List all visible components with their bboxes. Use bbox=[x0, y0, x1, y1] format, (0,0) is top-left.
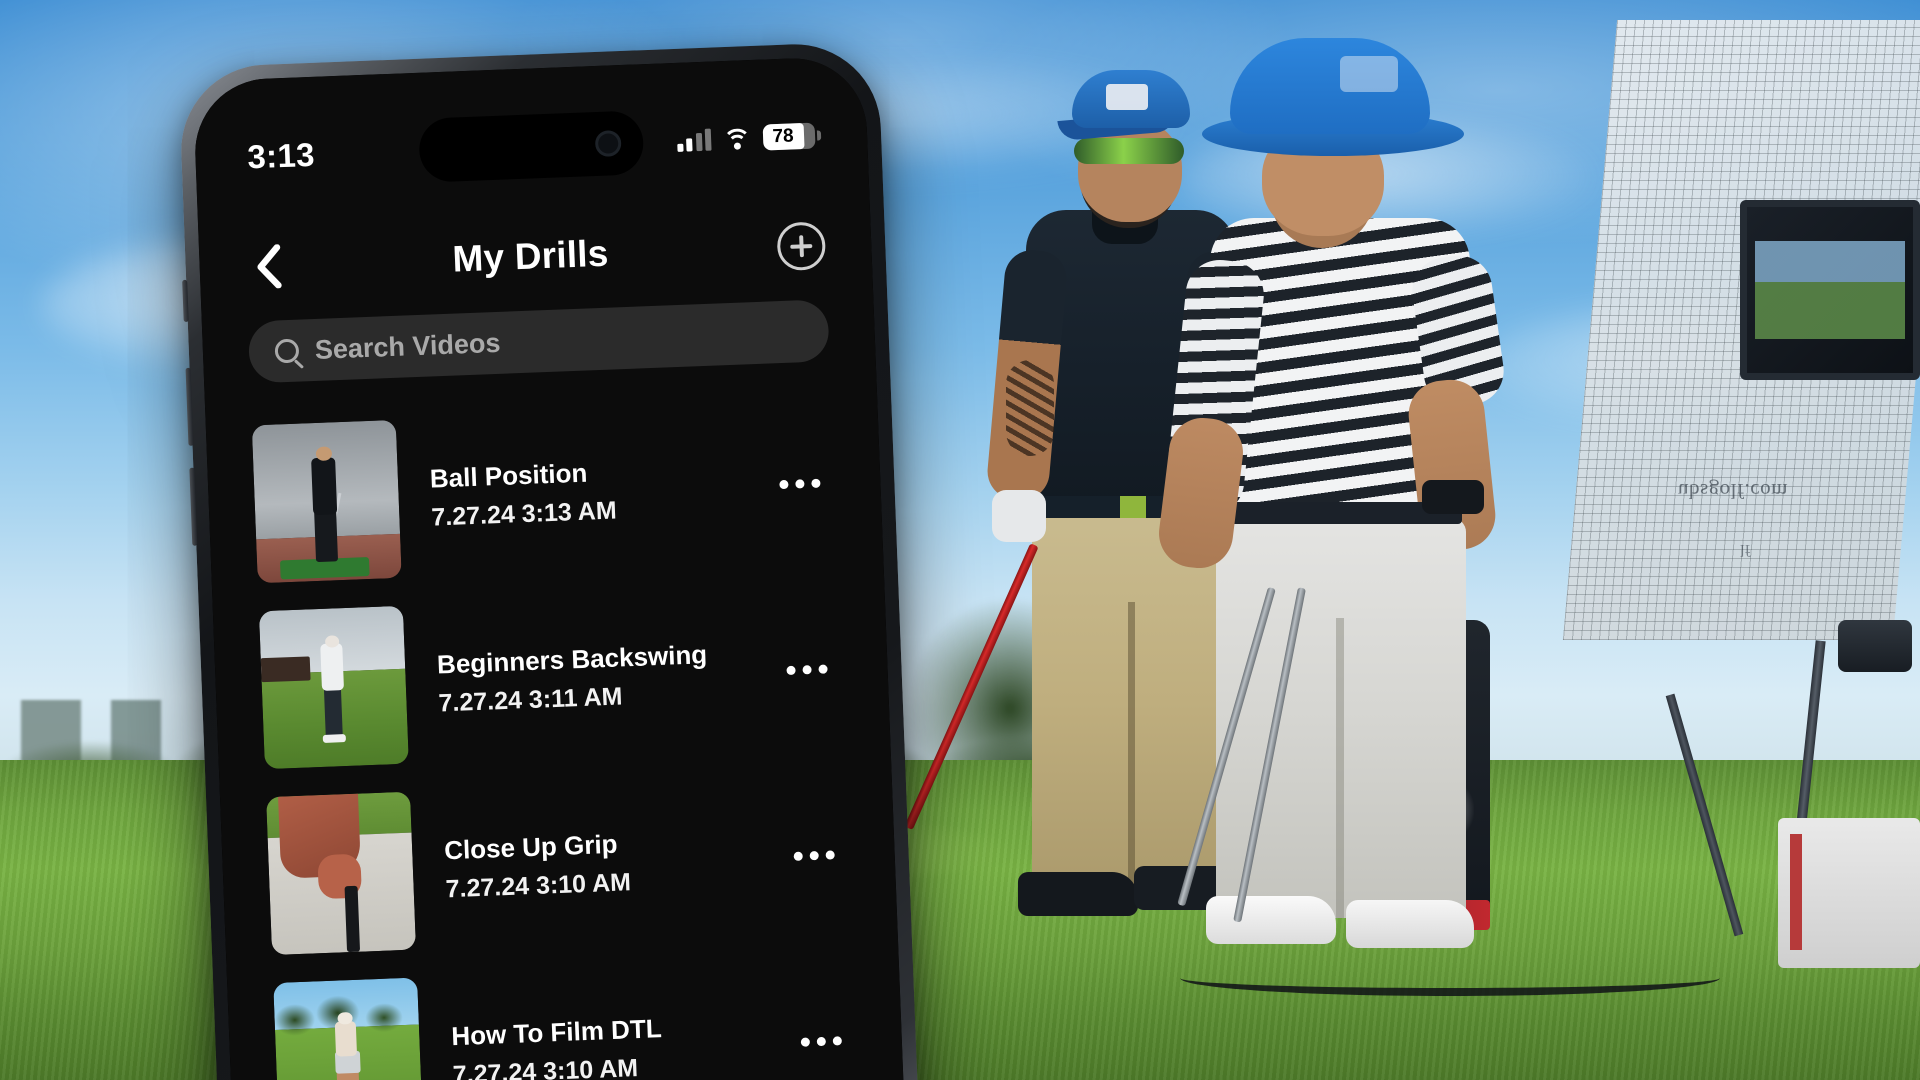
list-item-text: Close Up Grip 7.27.24 3:10 AM bbox=[444, 823, 749, 904]
cable bbox=[1180, 960, 1720, 996]
list-item[interactable]: Close Up Grip 7.27.24 3:10 AM bbox=[266, 761, 853, 969]
video-list: Ball Position 7.27.24 3:13 AM Beginners … bbox=[205, 387, 905, 1080]
list-item[interactable]: How To Film DTL 7.27.24 3:10 AM bbox=[273, 947, 860, 1080]
equipment-case bbox=[1778, 818, 1920, 968]
battery-level-text: 78 bbox=[772, 125, 795, 148]
status-time: 3:13 bbox=[246, 135, 316, 176]
video-title: Beginners Backswing bbox=[436, 638, 708, 679]
wifi-icon bbox=[722, 127, 752, 157]
front-camera-icon bbox=[594, 130, 622, 158]
search-icon bbox=[274, 338, 300, 364]
video-title: Close Up Grip bbox=[443, 828, 619, 865]
video-thumbnail[interactable] bbox=[251, 419, 402, 584]
search-placeholder: Search Videos bbox=[314, 327, 501, 365]
list-item[interactable]: Ball Position 7.27.24 3:13 AM bbox=[251, 389, 838, 597]
video-date: 7.27.24 3:10 AM bbox=[452, 1053, 639, 1080]
cellular-signal-icon bbox=[676, 128, 712, 152]
battery-icon: 78 bbox=[762, 122, 822, 151]
list-item-text: Ball Position 7.27.24 3:13 AM bbox=[429, 452, 734, 533]
video-date: 7.27.24 3:13 AM bbox=[430, 495, 618, 532]
list-item-text: Beginners Backswing 7.27.24 3:11 AM bbox=[436, 637, 741, 718]
chevron-left-icon bbox=[257, 244, 282, 289]
video-thumbnail[interactable] bbox=[258, 605, 409, 770]
phone-screen: 3:13 78 My Drills Search Videos Ball Pos… bbox=[192, 55, 909, 1080]
net-branding-text-secondary: lf bbox=[1740, 541, 1751, 560]
list-item[interactable]: Beginners Backswing 7.27.24 3:11 AM bbox=[258, 575, 845, 783]
launch-monitor-screen bbox=[1740, 200, 1920, 380]
video-title: How To Film DTL bbox=[450, 1012, 663, 1051]
app-screen: 3:13 78 My Drills Search Videos Ball Pos… bbox=[192, 55, 909, 1080]
nav-bar: My Drills bbox=[198, 196, 873, 318]
more-horizontal-icon[interactable] bbox=[786, 1021, 856, 1061]
video-title: Ball Position bbox=[429, 457, 588, 494]
video-thumbnail[interactable] bbox=[266, 791, 417, 956]
video-date: 7.27.24 3:10 AM bbox=[445, 867, 632, 903]
status-icons: 78 bbox=[676, 122, 822, 157]
phone-mockup: 3:13 78 My Drills Search Videos Ball Pos… bbox=[178, 41, 923, 1080]
dynamic-island bbox=[418, 110, 645, 183]
video-thumbnail[interactable] bbox=[273, 977, 424, 1080]
net-branding-text: ubsgolf.com bbox=[1678, 479, 1788, 503]
list-item-text: How To Film DTL 7.27.24 3:10 AM bbox=[451, 1009, 756, 1080]
more-horizontal-icon[interactable] bbox=[779, 835, 849, 875]
video-date: 7.27.24 3:11 AM bbox=[438, 681, 623, 717]
add-video-button[interactable] bbox=[776, 221, 827, 272]
camera-body bbox=[1838, 620, 1912, 672]
more-horizontal-icon[interactable] bbox=[765, 464, 835, 504]
page-title: My Drills bbox=[451, 232, 610, 280]
more-horizontal-icon[interactable] bbox=[772, 649, 842, 689]
